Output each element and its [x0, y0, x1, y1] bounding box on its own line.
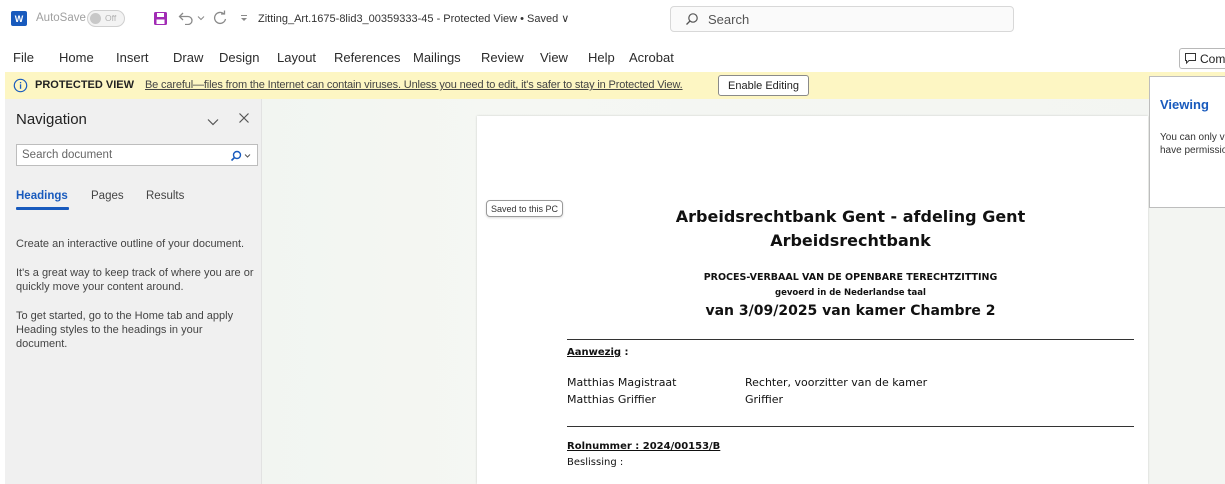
- autosave-toggle-knob: [90, 13, 101, 24]
- navigation-title: Navigation: [16, 111, 87, 128]
- nav-tab-headings[interactable]: Headings: [16, 190, 68, 202]
- undo-icon[interactable]: [176, 8, 196, 28]
- tab-mailings[interactable]: Mailings: [413, 50, 461, 65]
- tab-references[interactable]: References: [334, 50, 400, 65]
- tab-file[interactable]: File: [13, 50, 34, 65]
- tab-draw[interactable]: Draw: [173, 50, 203, 65]
- active-tab-indicator: [16, 207, 69, 210]
- search-placeholder: Search: [708, 12, 750, 27]
- customize-toolbar-icon[interactable]: [237, 8, 251, 28]
- navigation-pane: Navigation Search document Headings Page…: [5, 99, 262, 484]
- protected-view-bar: PROTECTED VIEW Be careful—files from the…: [5, 72, 1225, 99]
- search-document-placeholder: Search document: [22, 149, 113, 161]
- enable-editing-button[interactable]: Enable Editing: [718, 75, 809, 96]
- shield-info-icon: [13, 78, 28, 98]
- search-options-icon[interactable]: [230, 149, 252, 167]
- nav-help-text-3: To get started, go to the Home tab and a…: [16, 310, 234, 350]
- nav-help-text-1: Create an interactive outline of your do…: [16, 238, 245, 250]
- decision-label: Beslissing :: [567, 457, 624, 468]
- save-icon[interactable]: [150, 8, 170, 28]
- protected-view-message[interactable]: Be careful—files from the Internet can c…: [145, 79, 683, 91]
- session-date-line: van 3/09/2025 van kamer Chambre 2: [705, 303, 996, 319]
- comment-icon: [1184, 52, 1197, 70]
- document-page[interactable]: [477, 116, 1148, 484]
- ribbon-tabs: File Home Insert Draw Design Layout Refe…: [0, 38, 1225, 69]
- present-heading: Aanwezig :: [567, 345, 629, 358]
- attendee-role-2: Griffier: [745, 393, 784, 406]
- roll-number: Rolnummer : 2024/00153/B: [567, 441, 721, 452]
- chevron-down-icon[interactable]: [207, 113, 219, 131]
- word-app-icon[interactable]: W: [11, 11, 27, 26]
- tab-acrobat[interactable]: Acrobat: [629, 50, 674, 65]
- attendee-role-1: Rechter, voorzitter van de kamer: [745, 376, 928, 389]
- present-label-colon: :: [621, 347, 629, 358]
- document-title[interactable]: Zitting_Art.1675-8lid3_00359333-45 - Pro…: [258, 12, 569, 25]
- court-name: Arbeidsrechtbank Gent - afdeling Gent: [675, 207, 1026, 226]
- search-icon: [685, 12, 699, 31]
- attendee-name-2: Matthias Griffier: [567, 393, 656, 406]
- divider: [567, 426, 1134, 427]
- viewing-description: You can only view this document. You don…: [1160, 132, 1225, 156]
- tab-layout[interactable]: Layout: [277, 50, 316, 65]
- autosave-toggle[interactable]: Off: [87, 10, 125, 27]
- search-document-input[interactable]: Search document: [16, 144, 258, 166]
- tab-home[interactable]: Home: [59, 50, 94, 65]
- tab-design[interactable]: Design: [219, 50, 259, 65]
- nav-help-text-2: It's a great way to keep track of where …: [16, 267, 254, 293]
- nav-tab-results[interactable]: Results: [146, 190, 184, 202]
- nav-tab-pages[interactable]: Pages: [91, 190, 124, 202]
- language-line: gevoerd in de Nederlandse taal: [775, 288, 926, 298]
- saved-to-pc-tooltip: Saved to this PC: [486, 200, 564, 217]
- attendee-name-1: Matthias Magistraat: [567, 376, 677, 389]
- undo-dropdown-chevron-icon[interactable]: [196, 8, 206, 28]
- comments-label: Com: [1200, 52, 1225, 66]
- protected-view-label: PROTECTED VIEW: [35, 79, 135, 91]
- tab-help[interactable]: Help: [588, 50, 615, 65]
- close-icon[interactable]: [238, 111, 250, 129]
- comments-button[interactable]: Com: [1179, 48, 1225, 69]
- court-type: Arbeidsrechtbank: [770, 231, 931, 250]
- autosave-state: Off: [105, 13, 117, 23]
- tab-review[interactable]: Review: [481, 50, 524, 65]
- title-bar: W AutoSave Off Zitting_Art.1675-8lid3_00…: [0, 0, 1225, 38]
- viewing-title: Viewing: [1160, 97, 1209, 112]
- viewing-panel: Viewing You can only view this document.…: [1149, 76, 1225, 208]
- redo-icon[interactable]: [210, 8, 230, 28]
- divider: [567, 339, 1134, 340]
- tab-view[interactable]: View: [540, 50, 568, 65]
- record-title: PROCES-VERBAAL VAN DE OPENBARE TERECHTZI…: [703, 272, 998, 283]
- present-label: Aanwezig: [567, 347, 622, 358]
- tab-insert[interactable]: Insert: [116, 50, 149, 65]
- search-box[interactable]: Search: [670, 6, 1014, 32]
- autosave-label: AutoSave: [36, 12, 86, 24]
